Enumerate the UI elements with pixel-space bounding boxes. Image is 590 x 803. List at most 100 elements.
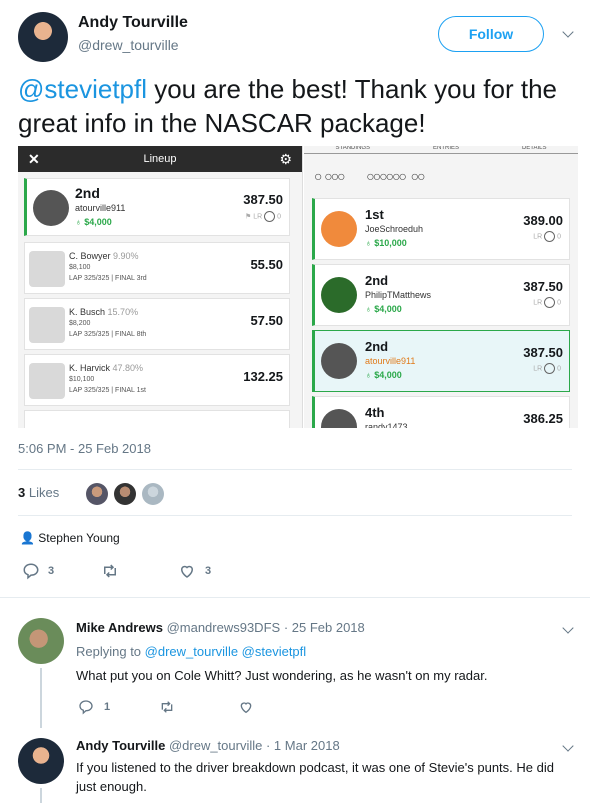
tab-standings: STANDINGS <box>335 146 371 151</box>
standings-score: 387.50 <box>523 279 563 294</box>
mention-link[interactable]: @stevietpfl <box>18 74 147 104</box>
reply-count: 3 <box>48 565 55 577</box>
divider <box>18 469 572 470</box>
tweet-image[interactable]: ✕ Lineup ⚙ 2nd atourville911 ♁ $4,000 38… <box>18 146 578 428</box>
summary-lr: ⚑ LR 0 <box>245 211 281 222</box>
author-name[interactable]: Andy Tourville <box>78 14 188 32</box>
standings-user: PhilipTMatthews <box>365 290 432 300</box>
summary-score: 387.50 <box>243 192 283 207</box>
tweet-timestamp[interactable]: 5:06 PM - 25 Feb 2018 <box>18 441 151 456</box>
heart-icon[interactable] <box>238 699 254 715</box>
liker-avatar[interactable] <box>86 483 108 505</box>
person-icon: 👤 <box>20 531 35 545</box>
standings-prize: ♁ $4,000 <box>365 304 402 314</box>
standings-row: 1st JoeSchroeduh ♁ $10,000 389.00 LR 0 <box>312 198 570 260</box>
driver-lap: LAP 325/325 | FINAL 3rd <box>69 275 147 282</box>
standings-lr: LR 0 <box>533 231 561 242</box>
standings-prize: ♁ $10,000 <box>365 238 407 248</box>
author-handle[interactable]: @drew_tourville <box>78 37 179 53</box>
summary-prize: ♁ $4,000 <box>75 217 112 227</box>
driver-name: K. Busch 15.70% <box>69 307 139 317</box>
liker-name[interactable]: Stephen Young <box>38 531 119 545</box>
standings-lr: LR 0 <box>533 297 561 308</box>
reply-author-handle[interactable]: @mandrews93DFS <box>167 620 281 635</box>
retweet-icon[interactable] <box>100 562 120 580</box>
standings-score: 387.50 <box>523 345 563 360</box>
chevron-down-icon[interactable] <box>562 26 574 38</box>
standings-score: 386.25 <box>523 411 563 426</box>
thread-line <box>40 668 42 728</box>
liker-avatar[interactable] <box>142 483 164 505</box>
reply-text: What put you on Cole Whitt? Just wonderi… <box>76 668 488 683</box>
reply-date[interactable]: · 1 Mar 2018 <box>266 738 340 753</box>
standings-row: 2nd PhilipTMatthews ♁ $4,000 387.50 LR 0 <box>312 264 570 326</box>
standings-rank: 2nd <box>365 339 389 354</box>
standings-tabs: STANDINGS ENTRIES DETAILS <box>304 146 578 154</box>
standings-panel: STANDINGS ENTRIES DETAILS ○ ○○○ ○○○○○○ ○… <box>304 146 578 428</box>
reply-author-name[interactable]: Andy Tourville <box>76 738 165 753</box>
like-count: 3 <box>205 565 212 577</box>
lineup-header: ✕ Lineup ⚙ <box>18 146 302 172</box>
reply-icon[interactable] <box>78 699 94 715</box>
thread-line <box>40 788 42 803</box>
reply-icon[interactable] <box>22 562 40 580</box>
reply-author-name[interactable]: Mike Andrews <box>76 620 163 635</box>
reply-avatar[interactable] <box>18 738 64 784</box>
driver-lap: LAP 325/325 | FINAL 1st <box>69 387 146 394</box>
reply-author-handle[interactable]: @drew_tourville <box>169 738 262 753</box>
gear-icon: ⚙ <box>279 150 292 167</box>
driver-name: C. Bowyer 9.90% <box>69 251 139 261</box>
standings-user: atourville911 <box>365 356 416 366</box>
chevron-down-icon[interactable] <box>562 622 574 634</box>
driver-photo <box>29 251 65 287</box>
user-avatar <box>321 343 357 379</box>
standings-lr: LR 0 <box>533 363 561 374</box>
reply-avatar[interactable] <box>18 618 64 664</box>
driver-card <box>24 410 290 428</box>
retweet-icon[interactable] <box>158 699 176 715</box>
standings-prize: ♁ $4,000 <box>365 370 402 380</box>
driver-salary: $8,200 <box>69 320 91 327</box>
driver-card: C. Bowyer 9.90% $8,100 LAP 325/325 | FIN… <box>24 242 290 294</box>
driver-lap: LAP 325/325 | FINAL 8th <box>69 331 147 338</box>
author-avatar[interactable] <box>18 12 68 62</box>
driver-salary: $8,100 <box>69 264 91 271</box>
divider <box>18 515 572 516</box>
reply-count: 1 <box>104 701 111 713</box>
standings-rank: 1st <box>365 207 384 222</box>
follow-button[interactable]: Follow <box>438 16 544 52</box>
user-avatar <box>33 190 69 226</box>
lineup-title: Lineup <box>143 153 177 165</box>
liker-avatar[interactable] <box>114 483 136 505</box>
status-circles: ○ ○○○ ○○○○○○ ○○ <box>314 168 426 184</box>
driver-score: 55.50 <box>250 257 283 272</box>
driver-card: K. Busch 15.70% $8,200 LAP 325/325 | FIN… <box>24 298 290 350</box>
driver-score: 57.50 <box>250 313 283 328</box>
driver-score: 132.25 <box>243 369 283 384</box>
driver-photo <box>29 307 65 343</box>
chevron-down-icon[interactable] <box>562 740 574 752</box>
driver-name: K. Harvick 47.80% <box>69 363 144 373</box>
driver-photo <box>29 363 65 399</box>
standings-rank: 4th <box>365 405 385 420</box>
reply-text: If you listened to the driver breakdown … <box>76 760 554 794</box>
lineup-panel: ✕ Lineup ⚙ 2nd atourville911 ♁ $4,000 38… <box>18 146 303 428</box>
standings-row-highlighted: 2nd atourville911 ♁ $4,000 387.50 LR 0 <box>312 330 570 392</box>
likes-stat[interactable]: 3 Likes <box>18 485 59 500</box>
tab-entries: ENTRIES <box>432 146 459 151</box>
lineup-summary-card: 2nd atourville911 ♁ $4,000 387.50 ⚑ LR 0 <box>24 178 290 236</box>
divider <box>0 597 590 598</box>
standings-score: 389.00 <box>523 213 563 228</box>
heart-icon[interactable] <box>178 562 196 580</box>
standings-rank: 2nd <box>365 273 389 288</box>
close-icon: ✕ <box>28 150 40 167</box>
driver-card: K. Harvick 47.80% $10,100 LAP 325/325 | … <box>24 354 290 406</box>
liker-info: 👤 Stephen Young <box>20 531 120 545</box>
user-avatar <box>321 211 357 247</box>
tweet-text: @stevietpfl you are the best! Thank you … <box>18 72 578 140</box>
reply-date[interactable]: · 25 Feb 2018 <box>284 620 365 635</box>
replying-to-links[interactable]: @drew_tourville @stevietpfl <box>145 644 307 659</box>
standings-user: randy1473 <box>365 422 408 428</box>
summary-rank: 2nd <box>75 185 100 201</box>
summary-user: atourville911 <box>75 203 126 213</box>
